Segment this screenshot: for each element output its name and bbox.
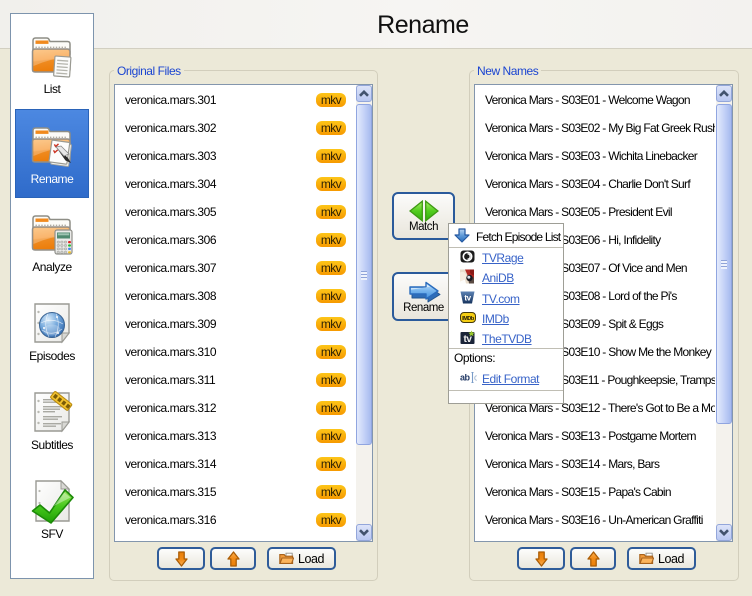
svg-text:tv: tv [464,294,471,303]
svg-text:IMDb: IMDb [462,316,475,322]
svg-text:c: c [474,372,477,382]
svg-text:ab: ab [460,372,471,382]
svg-text:tv: tv [464,334,473,345]
